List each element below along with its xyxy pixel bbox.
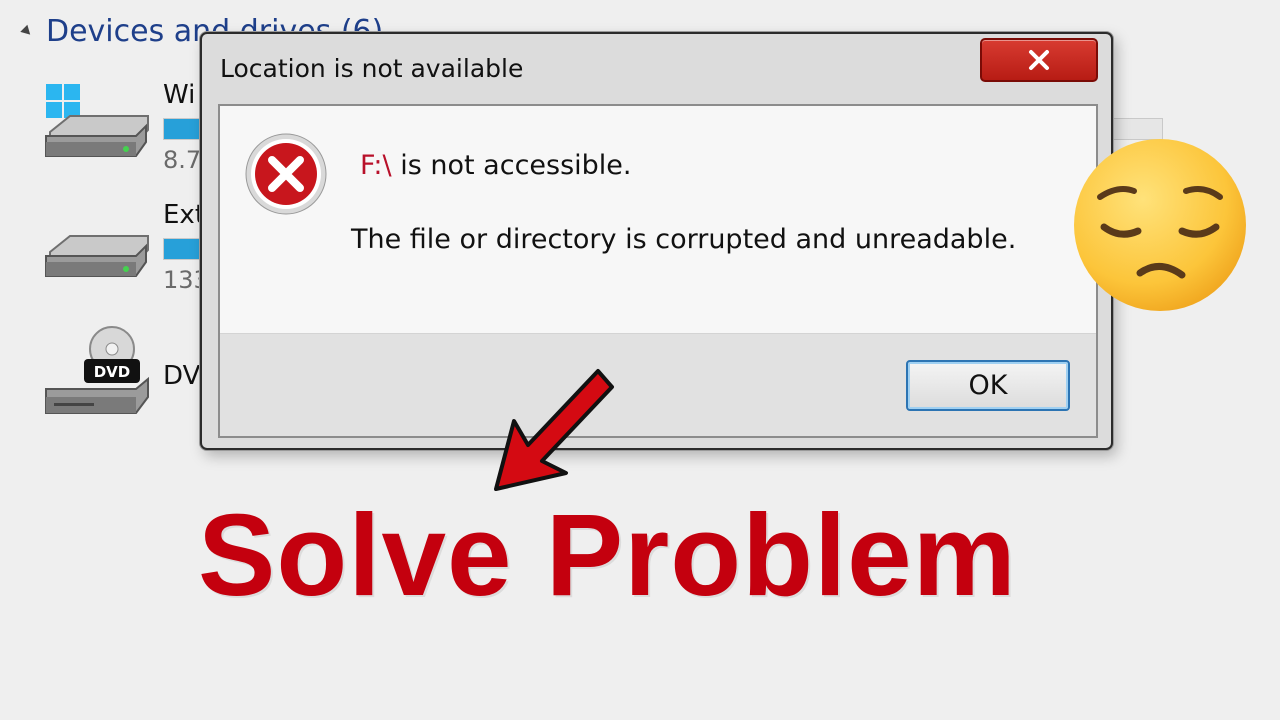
windows-drive-icon [45, 84, 149, 157]
error-icon [245, 133, 327, 215]
drive-letter: F:\ [360, 150, 392, 181]
drive-name: Wi [163, 80, 196, 110]
collapse-triangle-icon[interactable] [20, 24, 34, 39]
close-icon [1029, 50, 1049, 70]
dialog-title: Location is not available [220, 54, 524, 83]
headline-text: Solve Problem [198, 490, 1017, 620]
dvd-drive-icon: DVD [45, 326, 149, 414]
pensive-face-emoji [1074, 139, 1246, 311]
error-dialog: Location is not available F:\ is not acc… [200, 32, 1113, 450]
ok-button[interactable]: OK [906, 360, 1070, 411]
dialog-button-bar: OK [220, 334, 1096, 436]
svg-text:DVD: DVD [94, 363, 131, 381]
error-detail: The file or directory is corrupted and u… [351, 224, 1017, 255]
external-drive-icon [45, 235, 149, 277]
error-message-text: is not accessible. [391, 150, 632, 181]
drive-name: DV [163, 361, 201, 391]
red-arrow-icon [494, 369, 614, 491]
error-message: F:\ is not accessible. [360, 150, 632, 181]
close-button[interactable] [980, 38, 1098, 82]
drive-capacity: 8.7 [163, 146, 202, 174]
message-area: F:\ is not accessible. The file or direc… [220, 106, 1096, 334]
drive-name: Ext [163, 200, 206, 230]
dialog-body: F:\ is not accessible. The file or direc… [218, 104, 1098, 438]
